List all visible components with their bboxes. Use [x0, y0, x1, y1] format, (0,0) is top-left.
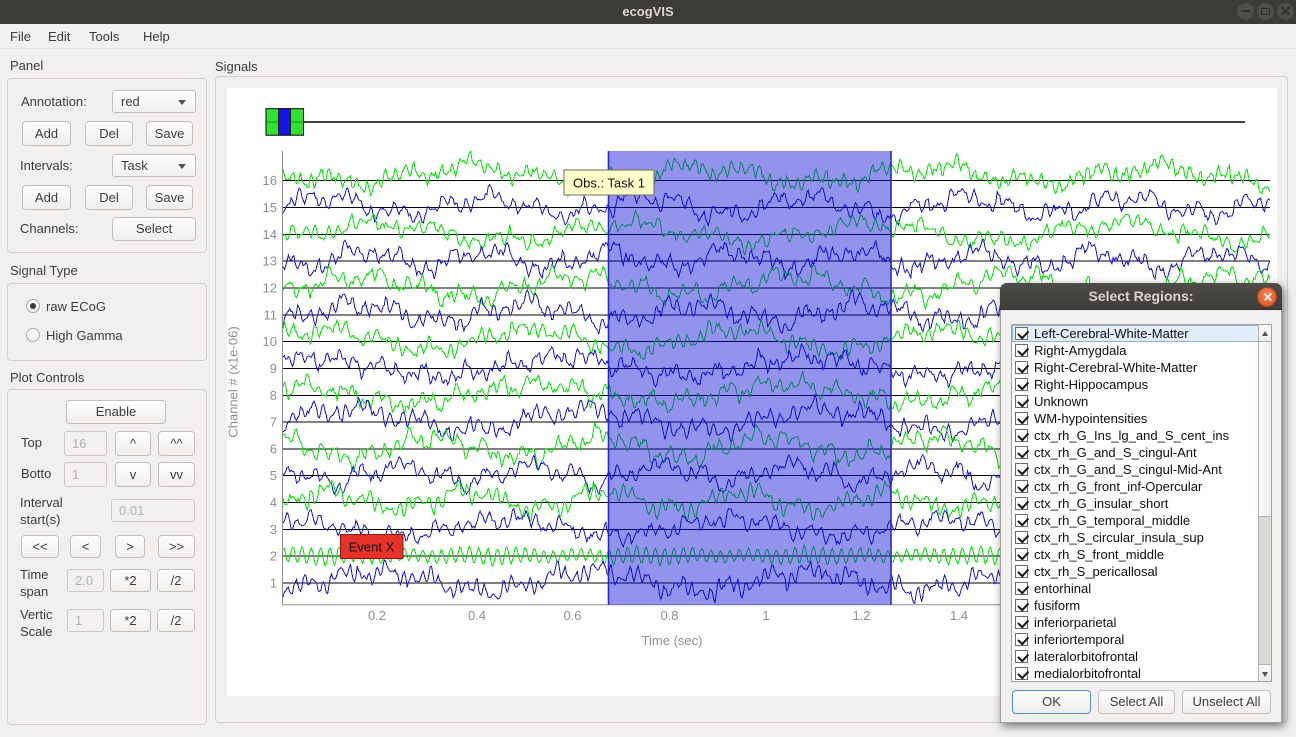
svg-text:5: 5 [270, 468, 277, 483]
svg-text:3: 3 [270, 522, 277, 537]
svg-text:4: 4 [270, 495, 277, 510]
svg-text:13: 13 [263, 254, 277, 269]
svg-text:8: 8 [270, 388, 277, 403]
svg-text:9: 9 [270, 361, 277, 376]
svg-text:1.2: 1.2 [852, 608, 870, 623]
svg-text:15: 15 [263, 200, 277, 215]
svg-text:Time (sec): Time (sec) [642, 633, 703, 648]
svg-text:1.4: 1.4 [950, 608, 968, 623]
svg-text:0.6: 0.6 [563, 608, 581, 623]
svg-text:7: 7 [270, 415, 277, 430]
svg-text:6: 6 [270, 441, 277, 456]
svg-text:14: 14 [263, 227, 277, 242]
svg-text:1: 1 [270, 576, 277, 591]
svg-text:Obs.: Task 1: Obs.: Task 1 [573, 176, 645, 191]
svg-text:0.8: 0.8 [660, 608, 678, 623]
svg-text:0.2: 0.2 [368, 608, 386, 623]
svg-text:16: 16 [263, 173, 277, 188]
svg-text:10: 10 [263, 334, 277, 349]
svg-text:1: 1 [762, 608, 769, 623]
svg-text:Event X: Event X [349, 540, 395, 555]
svg-text:0.4: 0.4 [468, 608, 486, 623]
svg-text:2: 2 [270, 549, 277, 564]
svg-text:12: 12 [263, 281, 277, 296]
svg-text:11: 11 [264, 307, 278, 322]
svg-text:Channel # (x1e-06): Channel # (x1e-06) [227, 326, 241, 437]
